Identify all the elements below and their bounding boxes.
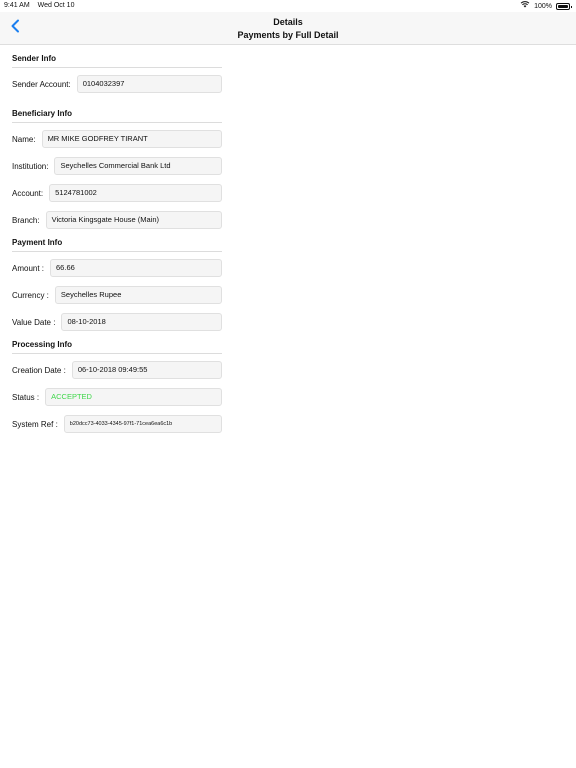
sender-account-row: Sender Account: 0104032397 bbox=[12, 74, 222, 94]
payment-amount-label: Amount : bbox=[12, 263, 45, 273]
processing-system-ref-label: System Ref : bbox=[12, 419, 58, 429]
payment-value-date-field[interactable]: 08-10-2018 bbox=[61, 313, 222, 331]
payment-currency-field[interactable]: Seychelles Rupee bbox=[54, 286, 222, 304]
status-bar: 9:41 AM Wed Oct 10 100% bbox=[0, 0, 576, 12]
beneficiary-name-row: Name: MR MIKE GODFREY TIRANT bbox=[12, 129, 222, 149]
processing-info-section: Processing Info Creation Date : 06-10-20… bbox=[12, 339, 222, 434]
processing-status-row: Status : ACCEPTED bbox=[12, 387, 222, 407]
payment-value-date-row: Value Date : 08-10-2018 bbox=[12, 312, 222, 332]
navigation-bar: Details Payments by Full Detail bbox=[0, 12, 576, 45]
section-title-payment: Payment Info bbox=[12, 237, 222, 252]
processing-creation-date-field[interactable]: 06-10-2018 09:49:55 bbox=[71, 361, 222, 379]
beneficiary-institution-field[interactable]: Seychelles Commercial Bank Ltd bbox=[54, 157, 222, 175]
status-time: 9:41 AM bbox=[4, 2, 30, 9]
processing-creation-date-row: Creation Date : 06-10-2018 09:49:55 bbox=[12, 360, 222, 380]
processing-status-field[interactable]: ACCEPTED bbox=[45, 388, 222, 406]
sender-account-field[interactable]: 0104032397 bbox=[76, 75, 222, 93]
beneficiary-branch-label: Branch: bbox=[12, 215, 40, 225]
payment-amount-field[interactable]: 66.66 bbox=[50, 259, 222, 277]
payment-value-date-label: Value Date : bbox=[12, 317, 56, 327]
payment-info-section: Payment Info Amount : 66.66 Currency : S… bbox=[12, 237, 222, 332]
sender-info-section: Sender Info Sender Account: 0104032397 bbox=[12, 53, 222, 94]
section-title-processing: Processing Info bbox=[12, 339, 222, 354]
status-bar-left: 9:41 AM Wed Oct 10 bbox=[4, 0, 74, 12]
beneficiary-name-field[interactable]: MR MIKE GODFREY TIRANT bbox=[41, 130, 222, 148]
beneficiary-branch-field[interactable]: Victoria Kingsgate House (Main) bbox=[45, 211, 222, 229]
nav-title-block: Details Payments by Full Detail bbox=[0, 16, 576, 42]
beneficiary-branch-row: Branch: Victoria Kingsgate House (Main) bbox=[12, 210, 222, 230]
beneficiary-account-label: Account: bbox=[12, 188, 44, 198]
section-title-beneficiary: Beneficiary Info bbox=[12, 108, 222, 123]
processing-system-ref-row: System Ref : b20dcc73-4033-4345-97f1-71c… bbox=[12, 414, 222, 434]
page-title: Details bbox=[273, 17, 303, 27]
beneficiary-institution-row: Institution: Seychelles Commercial Bank … bbox=[12, 156, 222, 176]
beneficiary-info-section: Beneficiary Info Name: MR MIKE GODFREY T… bbox=[12, 108, 222, 230]
payment-amount-row: Amount : 66.66 bbox=[12, 258, 222, 278]
processing-creation-date-label: Creation Date : bbox=[12, 365, 66, 375]
beneficiary-institution-label: Institution: bbox=[12, 161, 49, 171]
status-date: Wed Oct 10 bbox=[37, 2, 75, 9]
payment-currency-row: Currency : Seychelles Rupee bbox=[12, 285, 222, 305]
details-content: Sender Info Sender Account: 0104032397 B… bbox=[12, 44, 222, 441]
page-subtitle: Payments by Full Detail bbox=[237, 30, 339, 40]
battery-percent: 100% bbox=[534, 2, 552, 10]
battery-icon bbox=[556, 3, 572, 10]
section-title-sender: Sender Info bbox=[12, 53, 222, 68]
payment-currency-label: Currency : bbox=[12, 290, 49, 300]
beneficiary-account-row: Account: 5124781002 bbox=[12, 183, 222, 203]
processing-system-ref-field[interactable]: b20dcc73-4033-4345-97f1-71cea6ea6c1b bbox=[63, 415, 222, 433]
processing-status-label: Status : bbox=[12, 392, 40, 402]
beneficiary-account-field[interactable]: 5124781002 bbox=[49, 184, 222, 202]
beneficiary-name-label: Name: bbox=[12, 134, 36, 144]
sender-account-label: Sender Account: bbox=[12, 79, 71, 89]
